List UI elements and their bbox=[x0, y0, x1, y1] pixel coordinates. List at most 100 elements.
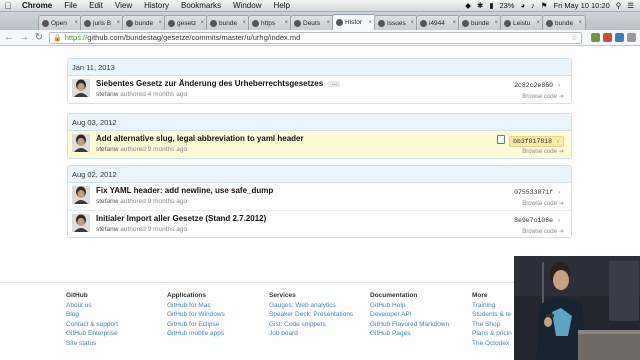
battery-icon[interactable]: ▮ bbox=[489, 1, 493, 10]
bookmark-star-icon[interactable]: ☆ bbox=[571, 33, 578, 42]
copy-sha-icon[interactable] bbox=[497, 135, 505, 144]
footer-link[interactable]: GitHub for Mac bbox=[167, 301, 225, 311]
commit-sha-button[interactable]: 2c82c2e860 › bbox=[511, 81, 564, 90]
browser-tab[interactable]: Issues × bbox=[374, 15, 418, 30]
browser-tab[interactable]: Leistu × bbox=[500, 15, 544, 30]
footer-link[interactable]: GitHub Enterprise bbox=[66, 329, 118, 339]
footer-link[interactable]: Speaker Deck: Presentations bbox=[269, 310, 353, 320]
commit-message[interactable]: Add alternative slug, legal abbreviation… bbox=[96, 134, 304, 143]
tab-close-icon[interactable]: × bbox=[116, 20, 120, 26]
tab-close-icon[interactable]: × bbox=[494, 20, 498, 26]
browser-tab[interactable]: bunde × bbox=[206, 15, 250, 30]
back-icon[interactable]: ← bbox=[4, 32, 14, 43]
footer-link[interactable]: Developer API bbox=[370, 310, 449, 320]
commit-message[interactable]: Siebentes Gesetz zur Änderung des Urhebe… bbox=[96, 79, 341, 88]
tab-close-icon[interactable]: × bbox=[200, 20, 204, 26]
spotlight-icon[interactable]: ⚲ bbox=[616, 1, 622, 10]
browse-code-link[interactable]: Browse code ➔ bbox=[522, 200, 564, 207]
commit-author[interactable]: stefanw bbox=[96, 91, 118, 98]
notification-list-icon[interactable]: ☰ bbox=[627, 1, 634, 10]
extension-blue-icon[interactable] bbox=[615, 33, 624, 42]
footer-link[interactable]: The Shop bbox=[472, 320, 512, 330]
browse-code-link[interactable]: Browse code ➔ bbox=[522, 148, 564, 155]
menubar-clock[interactable]: Fri May 10 10:20 bbox=[553, 1, 609, 10]
footer-link[interactable]: GitHub Help bbox=[370, 301, 449, 311]
browser-tab[interactable]: bunde × bbox=[122, 15, 166, 30]
browse-code-label[interactable]: Browse code bbox=[522, 201, 557, 207]
footer-link[interactable]: Blog bbox=[66, 310, 118, 320]
battery-percent[interactable]: 23% bbox=[499, 1, 514, 10]
extension-red-icon[interactable] bbox=[603, 33, 612, 42]
tab-close-icon[interactable]: × bbox=[284, 20, 288, 26]
browse-code-label[interactable]: Browse code bbox=[522, 229, 557, 235]
menu-view[interactable]: View bbox=[109, 1, 138, 10]
browser-tab[interactable]: https × bbox=[248, 15, 292, 30]
apple-icon[interactable]:  bbox=[0, 1, 16, 11]
volume-icon[interactable]: ♪ bbox=[531, 1, 535, 10]
footer-link[interactable]: GitHub for Windows bbox=[167, 310, 225, 320]
expand-message-button[interactable]: … bbox=[328, 80, 341, 87]
flag-icon[interactable]: ⚑ bbox=[541, 1, 548, 10]
footer-link[interactable]: GitHub for Eclipse bbox=[167, 320, 225, 330]
browser-tab[interactable]: bunde × bbox=[458, 15, 502, 30]
commit-message[interactable]: Fix YAML header: add newline, use safe_d… bbox=[96, 186, 273, 195]
footer-link[interactable]: About us bbox=[66, 301, 118, 311]
footer-link[interactable]: The Octodex bbox=[472, 339, 512, 349]
commit-sha[interactable]: 8e9e7o106e bbox=[514, 217, 553, 224]
footer-link[interactable]: GitHub Flavored Markdown bbox=[370, 320, 449, 330]
tab-close-icon[interactable]: × bbox=[326, 20, 330, 26]
commit-sha-button[interactable]: 8e9e7o106e › bbox=[511, 216, 564, 225]
commit-message-text[interactable]: Initialer Import aller Gesetze (Stand 2.… bbox=[96, 214, 266, 223]
commit-sha[interactable]: 075533071f bbox=[514, 189, 553, 196]
footer-link[interactable]: Students & te bbox=[472, 310, 512, 320]
avatar[interactable] bbox=[72, 134, 90, 152]
browser-tab[interactable]: i4944 × bbox=[416, 15, 460, 30]
avatar[interactable] bbox=[72, 79, 90, 97]
browser-tab[interactable]: juris B × bbox=[80, 15, 124, 30]
footer-link[interactable]: Job board bbox=[269, 329, 353, 339]
commit-author[interactable]: stefanw bbox=[96, 146, 118, 153]
menu-edit[interactable]: Edit bbox=[83, 1, 109, 10]
extension-green-icon[interactable] bbox=[591, 33, 600, 42]
tab-close-icon[interactable]: × bbox=[242, 20, 246, 26]
tab-close-icon[interactable]: × bbox=[410, 20, 414, 26]
commit-sha[interactable]: 2c82c2e860 bbox=[514, 82, 553, 89]
commit-message-text[interactable]: Siebentes Gesetz zur Änderung des Urhebe… bbox=[96, 79, 323, 88]
menu-window[interactable]: Window bbox=[227, 1, 267, 10]
commit-sha[interactable]: bb3f017818 bbox=[513, 138, 552, 145]
footer-link[interactable]: Gist: Code snippets bbox=[269, 320, 353, 330]
tab-close-icon[interactable]: × bbox=[452, 20, 456, 26]
browse-code-label[interactable]: Browse code bbox=[522, 94, 557, 100]
tab-close-icon[interactable]: × bbox=[368, 20, 372, 26]
browser-tab[interactable]: Open × bbox=[38, 15, 82, 30]
address-bar[interactable]: 🔒 https://github.com/bundestag/gesetze/c… bbox=[49, 31, 582, 44]
commit-author[interactable]: stefanw bbox=[96, 226, 118, 233]
avatar[interactable] bbox=[72, 214, 90, 232]
footer-link[interactable]: Contact & support bbox=[66, 320, 118, 330]
menu-bookmarks[interactable]: Bookmarks bbox=[175, 1, 227, 10]
menu-file[interactable]: File bbox=[58, 1, 83, 10]
browser-tab[interactable]: bunde × bbox=[542, 15, 586, 30]
commit-sha-button[interactable]: 075533071f › bbox=[511, 188, 564, 197]
footer-link[interactable]: Gauges: Web analytics bbox=[269, 301, 353, 311]
browser-tab[interactable]: Deuts × bbox=[290, 15, 334, 30]
commit-message[interactable]: Initialer Import aller Gesetze (Stand 2.… bbox=[96, 214, 266, 223]
tab-close-icon[interactable]: × bbox=[74, 20, 78, 26]
commit-message-text[interactable]: Fix YAML header: add newline, use safe_d… bbox=[96, 186, 273, 195]
tab-close-icon[interactable]: × bbox=[536, 20, 540, 26]
browse-code-label[interactable]: Browse code bbox=[522, 149, 557, 155]
bluetooth-icon[interactable]: ✱ bbox=[477, 1, 483, 10]
menu-help[interactable]: Help bbox=[267, 1, 295, 10]
commit-message-text[interactable]: Add alternative slug, legal abbreviation… bbox=[96, 134, 304, 143]
footer-link[interactable]: GitHub Pages bbox=[370, 329, 449, 339]
menu-history[interactable]: History bbox=[138, 1, 175, 10]
footer-link[interactable]: GitHub mobile apps bbox=[167, 329, 225, 339]
browse-code-link[interactable]: Browse code ➔ bbox=[522, 228, 564, 235]
dropbox-icon[interactable]: ◆ bbox=[465, 1, 471, 10]
footer-link[interactable]: Site status bbox=[66, 339, 118, 349]
tab-close-icon[interactable]: × bbox=[578, 20, 582, 26]
extension-menu-icon[interactable] bbox=[627, 33, 636, 42]
avatar[interactable] bbox=[72, 186, 90, 204]
footer-link[interactable]: Plans & pricin bbox=[472, 329, 512, 339]
wifi-icon[interactable]: ◕ bbox=[520, 1, 525, 10]
